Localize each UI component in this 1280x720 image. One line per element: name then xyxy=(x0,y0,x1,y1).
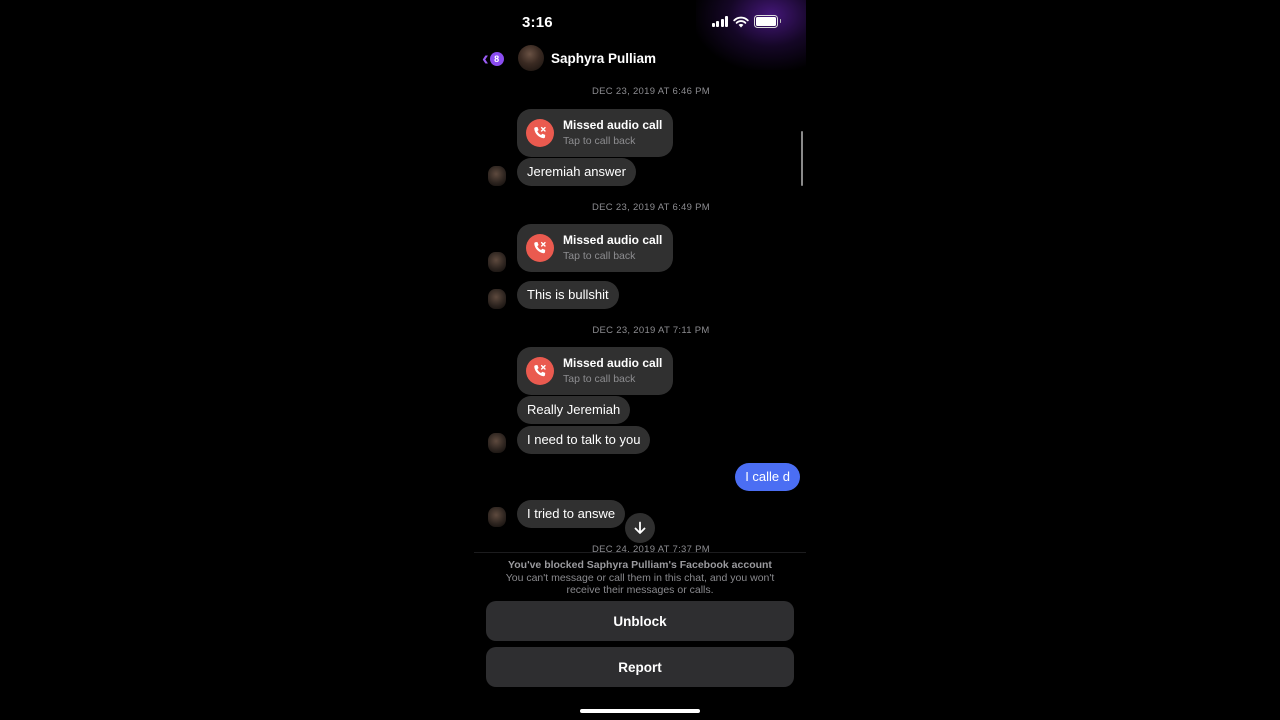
sender-avatar xyxy=(488,507,506,527)
report-button[interactable]: Report xyxy=(486,647,794,687)
sender-avatar xyxy=(488,252,506,272)
cellular-signal-icon xyxy=(711,16,728,27)
missed-call-title: Missed audio call xyxy=(563,233,663,247)
sender-avatar xyxy=(488,289,506,309)
conversation-header: ‹ 8 Saphyra Pulliam xyxy=(474,40,806,78)
blocked-notice: You've blocked Saphyra Pulliam's Faceboo… xyxy=(474,552,806,596)
missed-call-bubble[interactable]: Missed audio call Tap to call back xyxy=(517,109,673,157)
timestamp: DEC 23, 2019 AT 6:46 PM xyxy=(592,86,710,97)
battery-icon xyxy=(754,15,781,28)
back-button[interactable]: ‹ 8 xyxy=(482,49,504,69)
missed-call-icon xyxy=(526,119,554,147)
incoming-message: Really Jeremiah xyxy=(517,396,631,424)
status-bar: 3:16 xyxy=(474,0,806,44)
sender-avatar xyxy=(488,433,506,453)
arrow-down-icon xyxy=(634,521,646,534)
timestamp: DEC 23, 2019 AT 7:11 PM xyxy=(592,325,710,336)
missed-call-icon xyxy=(526,234,554,262)
missed-call-subtitle: Tap to call back xyxy=(563,135,636,147)
timestamp: DEC 23, 2019 AT 6:49 PM xyxy=(592,202,710,213)
phone-screen: 3:16 ‹ 8 Saphyra Pulliam DEC 23, 2019 AT… xyxy=(474,0,806,720)
scroll-to-bottom-button[interactable] xyxy=(625,513,655,543)
chevron-left-icon: ‹ xyxy=(482,48,489,70)
contact-name[interactable]: Saphyra Pulliam xyxy=(551,51,656,66)
sender-avatar xyxy=(488,166,506,186)
status-time: 3:16 xyxy=(522,14,553,31)
incoming-message: This is bullshit xyxy=(517,281,619,309)
blocked-notice-subtitle: You can't message or call them in this c… xyxy=(505,572,775,596)
missed-call-subtitle: Tap to call back xyxy=(563,373,636,385)
wifi-icon xyxy=(733,16,749,27)
scrollbar[interactable] xyxy=(800,131,803,186)
missed-call-bubble[interactable]: Missed audio call Tap to call back xyxy=(517,224,673,272)
missed-call-title: Missed audio call xyxy=(563,356,663,370)
incoming-message: I need to talk to you xyxy=(517,426,651,454)
missed-call-title: Missed audio call xyxy=(563,118,663,132)
home-indicator[interactable] xyxy=(580,709,700,713)
blocked-notice-title: You've blocked Saphyra Pulliam's Faceboo… xyxy=(508,559,772,571)
message-list[interactable]: DEC 23, 2019 AT 6:46 PM Missed audio cal… xyxy=(474,80,806,552)
outgoing-message: I calle d xyxy=(735,463,800,491)
missed-call-icon xyxy=(526,357,554,385)
timestamp: DEC 24, 2019 AT 7:37 PM xyxy=(592,544,710,552)
status-icons xyxy=(711,15,781,28)
incoming-message: Jeremiah answer xyxy=(517,158,636,186)
contact-avatar[interactable] xyxy=(518,45,544,71)
missed-call-subtitle: Tap to call back xyxy=(563,250,636,262)
missed-call-bubble[interactable]: Missed audio call Tap to call back xyxy=(517,347,673,395)
unread-count-badge: 8 xyxy=(489,52,504,66)
incoming-message: I tried to answe xyxy=(517,500,626,528)
unblock-button[interactable]: Unblock xyxy=(486,601,794,641)
